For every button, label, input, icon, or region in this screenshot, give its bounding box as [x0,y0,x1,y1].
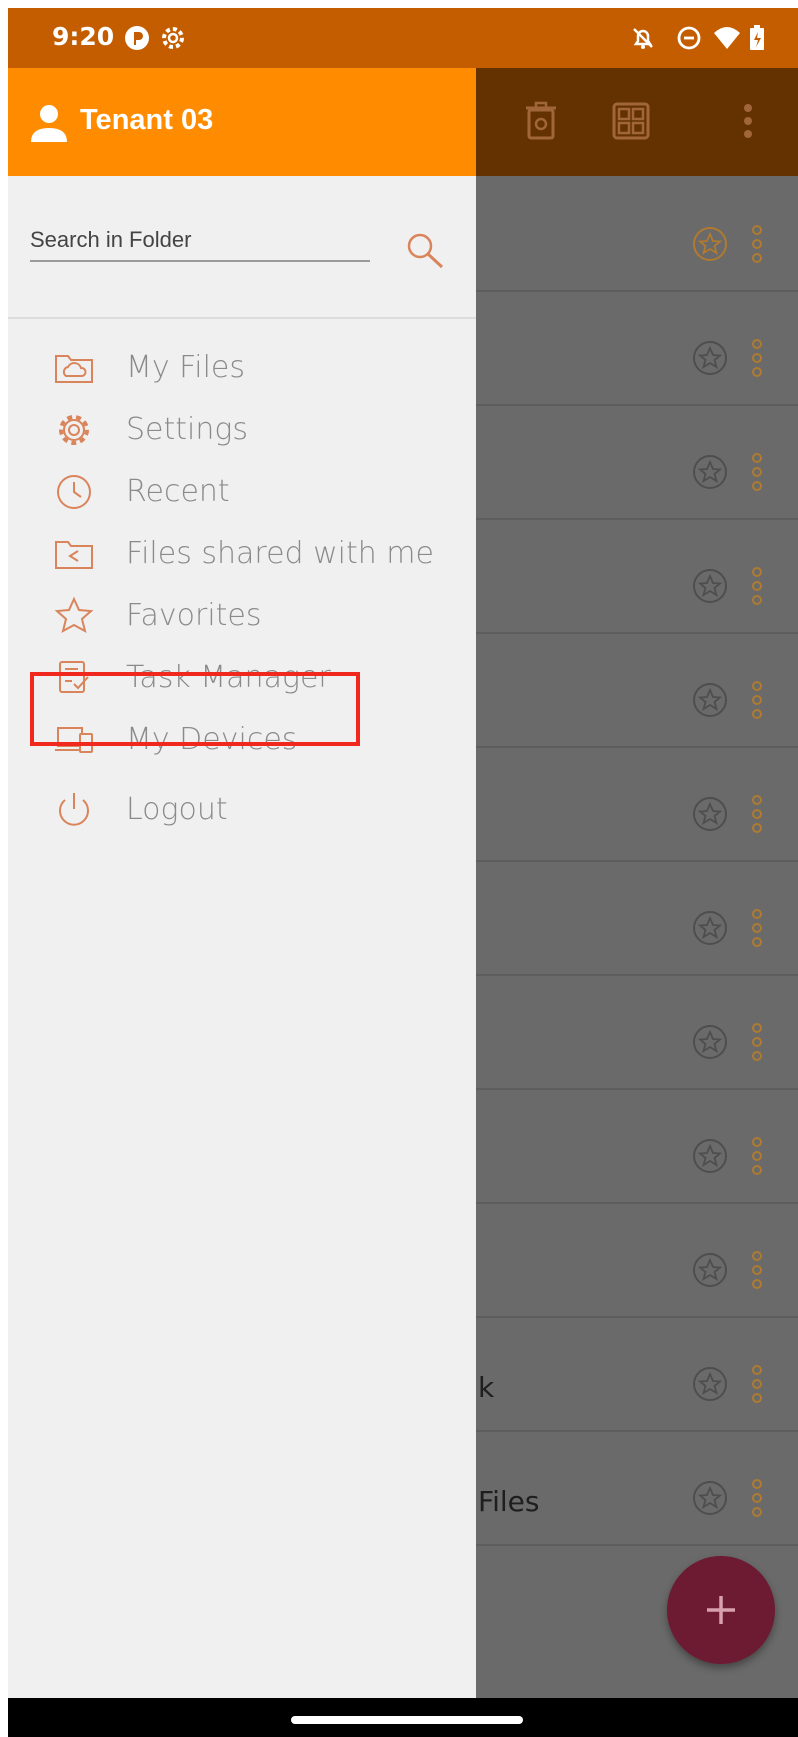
drawer-header: Tenant 03 [8,68,476,176]
more-options-icon[interactable] [750,908,764,948]
menu-item-files-shared[interactable]: Files shared with me [30,524,450,584]
notifications-off-icon [633,28,653,49]
search-input[interactable] [30,220,370,262]
star-icon[interactable] [692,226,728,262]
star-icon[interactable] [692,1024,728,1060]
menu-item-label: Logout [126,792,228,827]
list-item-label: Files [478,1485,540,1518]
star-icon[interactable] [692,910,728,946]
star-icon[interactable] [692,454,728,490]
menu-item-settings[interactable]: Settings [30,400,450,460]
more-options-icon[interactable] [750,680,764,720]
star-icon[interactable] [692,682,728,718]
app-notification-icon [125,26,149,50]
more-options-icon[interactable] [750,1022,764,1062]
navigation-drawer: Tenant 03 My Files Settings [8,68,476,1698]
drawer-divider [8,317,476,319]
list-item-label: k [478,1371,495,1404]
user-icon [31,105,67,142]
more-options-icon[interactable] [750,1136,764,1176]
status-bar: 9:20 [8,8,798,68]
search-field[interactable] [30,220,374,264]
power-icon [59,793,89,826]
more-vert-icon[interactable] [738,98,758,144]
more-options-icon[interactable] [750,1364,764,1404]
do-not-disturb-icon [677,26,701,50]
more-options-icon[interactable] [750,452,764,492]
wifi-icon [714,27,740,49]
plus-icon [707,1596,735,1624]
menu-item-recent[interactable]: Recent [30,462,450,522]
star-icon[interactable] [692,1366,728,1402]
more-options-icon[interactable] [750,566,764,606]
menu-item-favorites[interactable]: Favorites [30,586,450,646]
gear-icon [59,415,89,445]
menu-item-label: Settings [126,412,249,447]
menu-item-label: Recent [126,474,230,509]
phone-screen: k Files 9:20 Tenant 03 Search in Folder … [8,8,798,1737]
menu-item-label: Files shared with me [126,536,434,571]
trash-icon[interactable] [518,98,564,144]
battery-icon [750,25,764,50]
search-icon[interactable] [404,230,446,272]
more-options-icon[interactable] [750,794,764,834]
star-icon[interactable] [692,1138,728,1174]
star-icon[interactable] [692,1480,728,1516]
task-manager-highlight [30,672,360,746]
star-icon [54,596,94,633]
grid-view-icon[interactable] [608,98,654,144]
star-icon[interactable] [692,796,728,832]
more-options-icon[interactable] [750,338,764,378]
star-icon[interactable] [692,568,728,604]
menu-item-my-files[interactable]: My Files [30,338,450,398]
user-name: Tenant 03 [80,104,214,136]
add-fab-button[interactable] [667,1556,775,1664]
system-navigation-bar [8,1698,798,1737]
status-time: 9:20 [52,22,115,51]
clock-icon [57,475,91,509]
star-icon[interactable] [692,340,728,376]
menu-item-label: Favorites [126,598,262,633]
settings-gear-icon [162,27,184,49]
shared-folder-icon [55,541,93,569]
folder-cloud-icon [55,355,93,383]
star-icon[interactable] [692,1252,728,1288]
home-gesture-handle[interactable] [291,1716,523,1724]
menu-item-logout[interactable]: Logout [30,780,450,840]
more-options-icon[interactable] [750,224,764,264]
more-options-icon[interactable] [750,1250,764,1290]
more-options-icon[interactable] [750,1478,764,1518]
menu-item-label: My Files [126,350,246,385]
